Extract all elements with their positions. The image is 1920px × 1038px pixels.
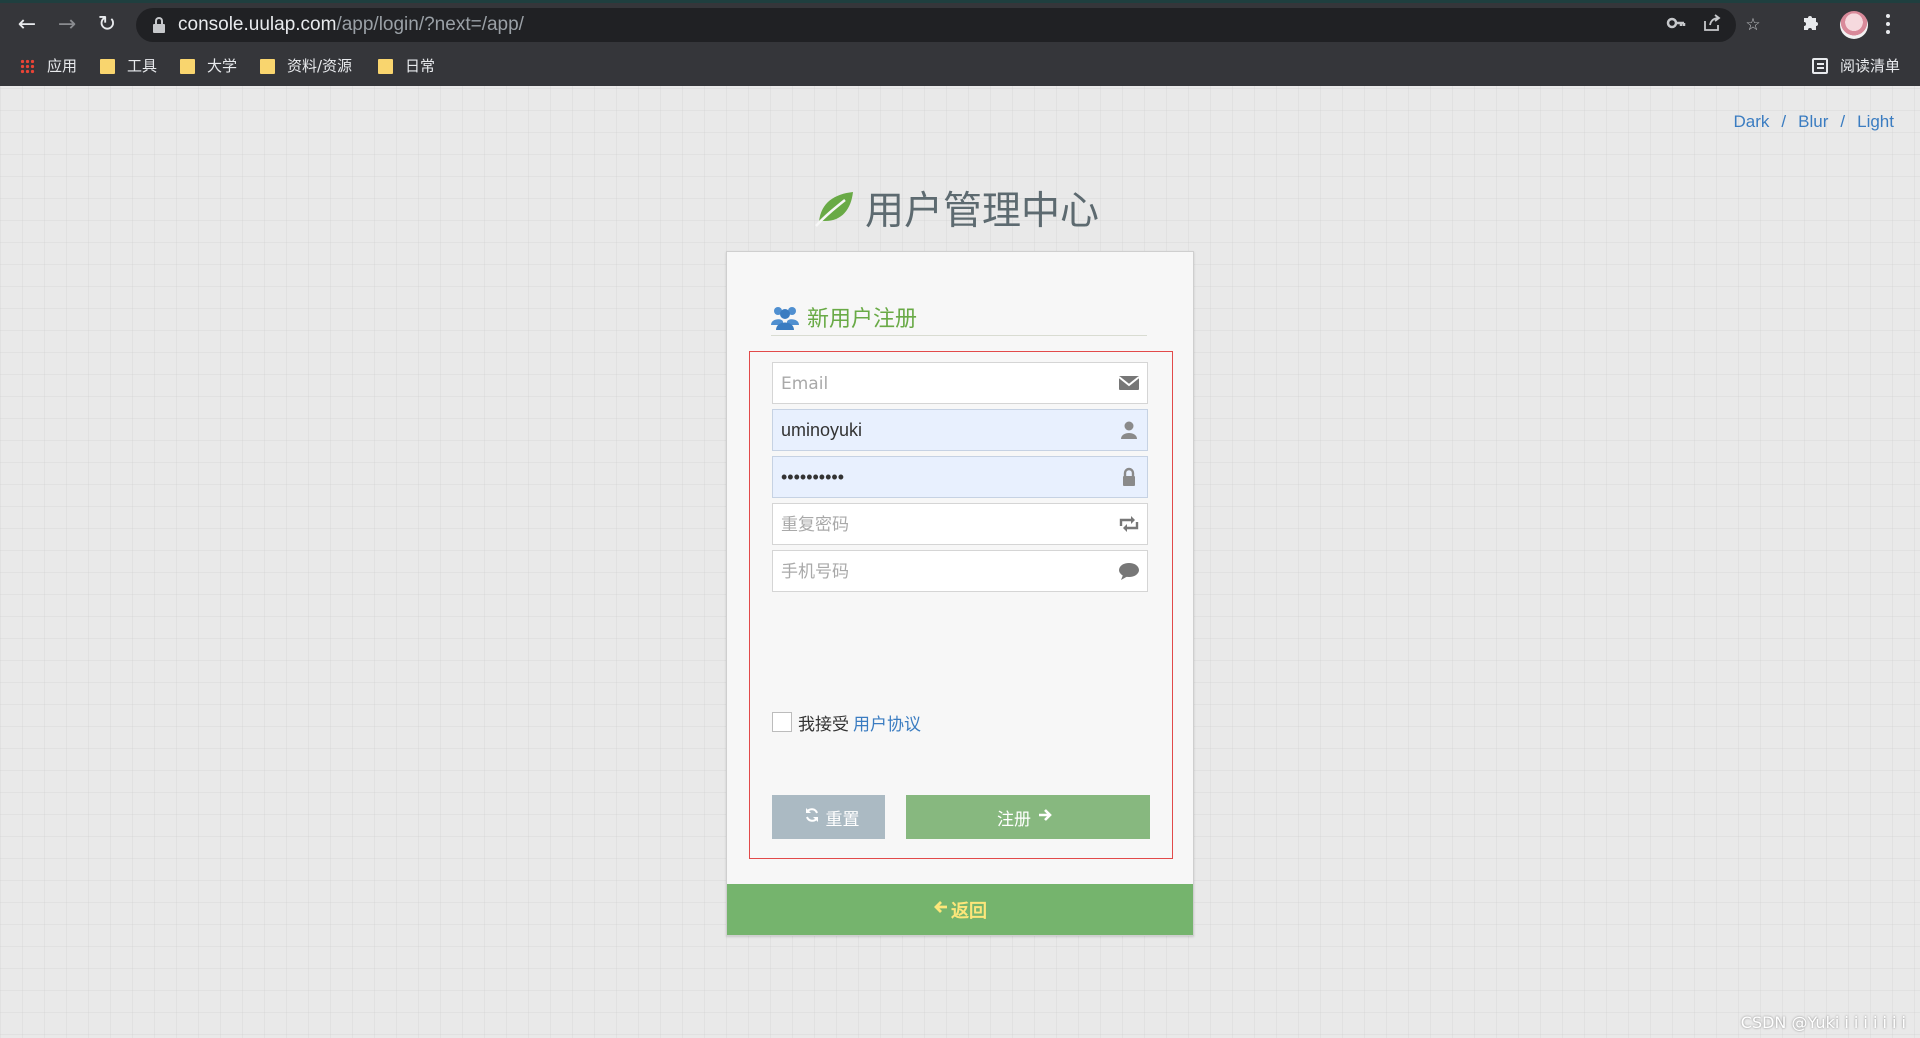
- reset-button[interactable]: 重置: [772, 795, 885, 839]
- folder-icon: [100, 59, 115, 74]
- theme-light-link[interactable]: Light: [1857, 112, 1894, 131]
- apps-grid-icon: [20, 59, 35, 74]
- address-bar[interactable]: console.uulap.com/app/login/?next=/app/ …: [136, 8, 1761, 42]
- theme-separator: /: [1840, 112, 1846, 131]
- user-icon: [1121, 421, 1137, 439]
- email-field[interactable]: [773, 363, 1103, 403]
- register-heading: 新用户注册: [771, 298, 1147, 336]
- reload-icon[interactable]: ↻: [92, 10, 122, 40]
- bookmark-star-icon[interactable]: ☆: [1741, 13, 1765, 37]
- browser-toolbar: ← → ↻ console.uulap.com/app/login/?next=…: [0, 3, 1920, 46]
- refresh-icon: [804, 807, 820, 827]
- repeat-password-field[interactable]: [773, 504, 1103, 544]
- folder-icon: [180, 59, 195, 74]
- register-button[interactable]: 注册: [906, 795, 1150, 839]
- email-field-wrapper: [772, 362, 1148, 404]
- share-icon[interactable]: [1700, 13, 1724, 37]
- reading-list-icon: [1812, 58, 1828, 74]
- browser-chrome: ← → ↻ console.uulap.com/app/login/?next=…: [0, 0, 1920, 86]
- back-arrow-icon[interactable]: ←: [12, 10, 42, 40]
- username-field[interactable]: [773, 410, 1103, 450]
- username-field-wrapper: [772, 409, 1148, 451]
- phone-field[interactable]: [773, 551, 1103, 591]
- agreement-row: 我接受 用户协议: [772, 709, 921, 735]
- folder-icon: [260, 59, 275, 74]
- password-field[interactable]: [773, 457, 1103, 497]
- agreement-link[interactable]: 用户协议: [853, 710, 921, 735]
- browser-menu-icon[interactable]: [1882, 11, 1894, 39]
- retweet-icon: [1119, 516, 1139, 532]
- back-button[interactable]: 返回: [727, 884, 1193, 935]
- register-card: 新用户注册 Email uminoyuki •••••••••• 重复密码 手机…: [726, 251, 1194, 936]
- theme-dark-link[interactable]: Dark: [1734, 112, 1770, 131]
- leaf-icon: [815, 192, 853, 227]
- app-title: 用户管理中心: [813, 182, 1099, 234]
- lock-icon: [1123, 467, 1135, 486]
- envelope-icon: [1118, 376, 1140, 390]
- agreement-checkbox[interactable]: [772, 712, 792, 732]
- lock-icon[interactable]: [152, 17, 166, 33]
- theme-separator: /: [1781, 112, 1787, 131]
- folder-icon: [378, 59, 393, 74]
- profile-avatar[interactable]: [1840, 11, 1868, 39]
- key-icon[interactable]: [1664, 13, 1688, 37]
- theme-blur-link[interactable]: Blur: [1798, 112, 1828, 131]
- phone-field-wrapper: [772, 550, 1148, 592]
- extensions-puzzle-icon[interactable]: [1798, 12, 1824, 38]
- comment-icon: [1119, 563, 1139, 580]
- forward-arrow-icon[interactable]: →: [52, 10, 82, 40]
- url-text[interactable]: console.uulap.com/app/login/?next=/app/: [178, 8, 524, 42]
- theme-switcher: Dark / Blur / Light: [1734, 112, 1894, 132]
- register-form: 我接受 用户协议 重置 注册: [749, 351, 1173, 859]
- csdn-watermark: CSDN @Yuki i i i i i i i: [1740, 1013, 1906, 1032]
- bookmarks-bar: 应用 工具 大学 资料/资源 日常 阅读清单: [0, 46, 1920, 86]
- arrow-right-icon: [1037, 807, 1053, 827]
- users-icon: [771, 306, 799, 330]
- repeat-password-field-wrapper: [772, 503, 1148, 545]
- arrow-left-icon: [933, 899, 949, 920]
- password-field-wrapper: [772, 456, 1148, 498]
